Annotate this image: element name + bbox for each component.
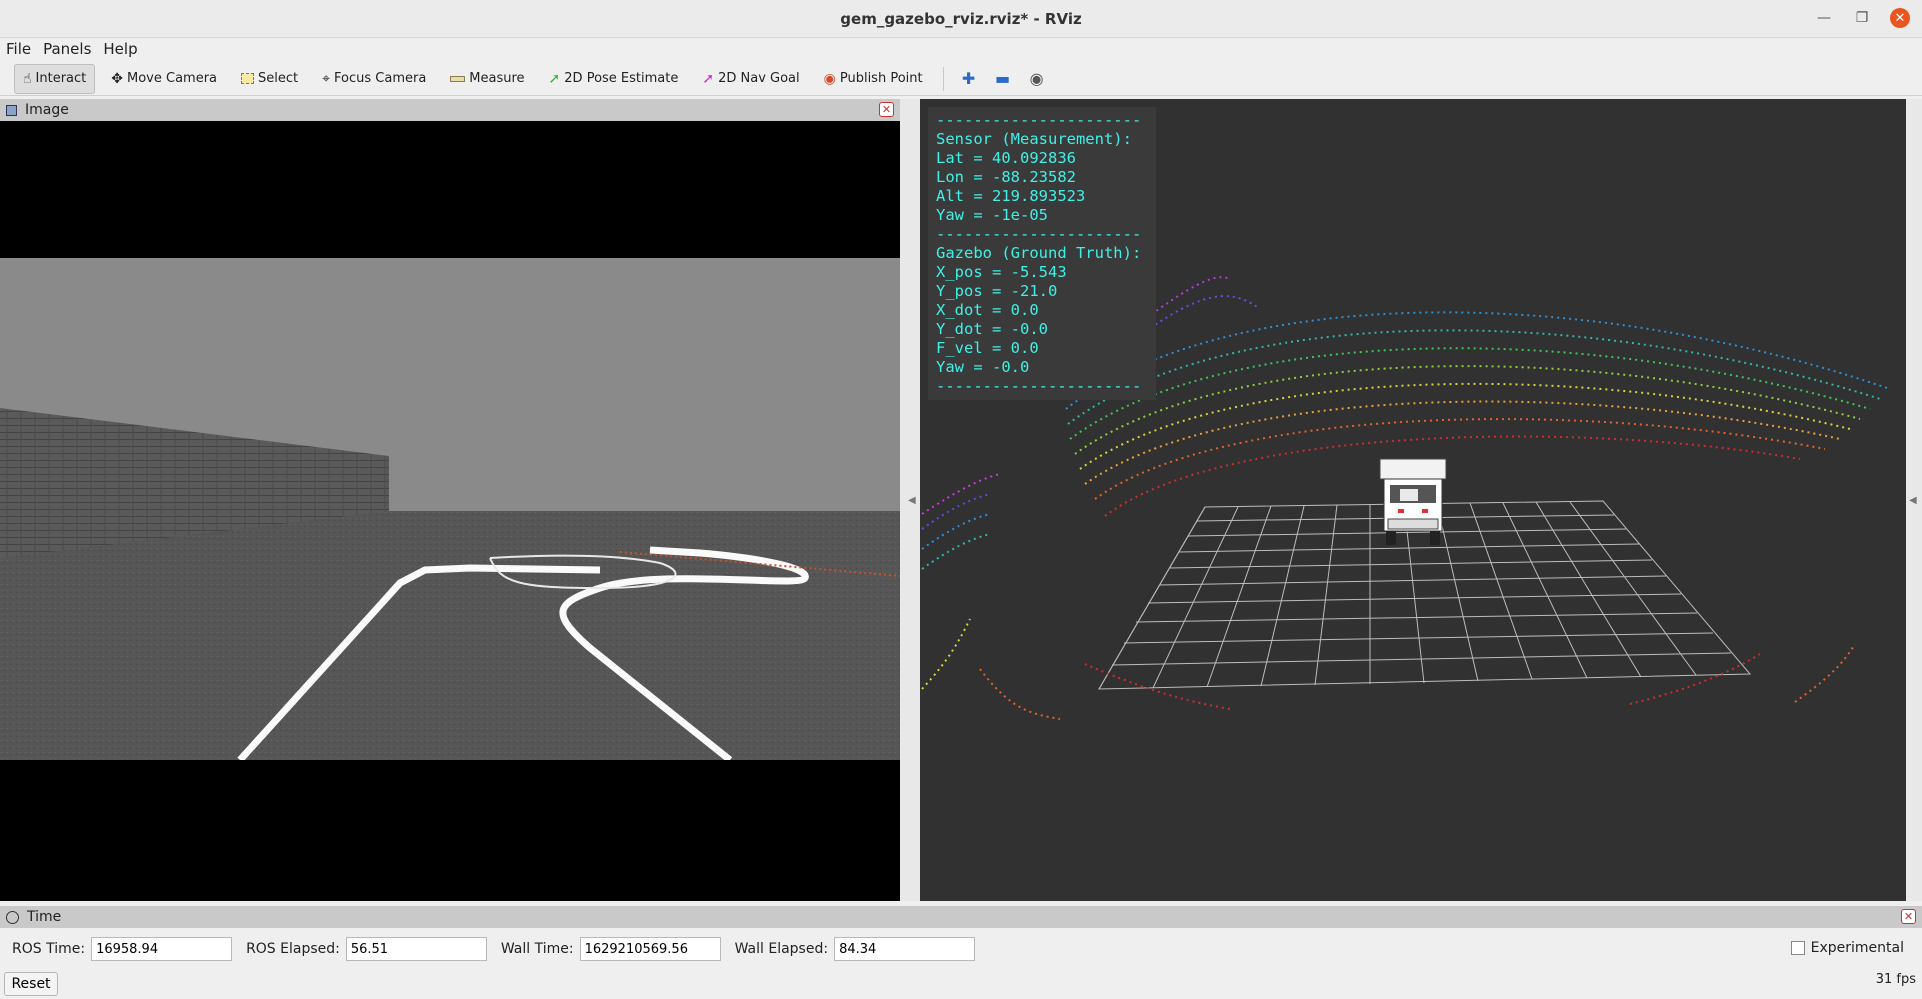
- reset-button[interactable]: Reset: [4, 972, 58, 996]
- eye-icon[interactable]: ◉: [1024, 66, 1050, 92]
- time-panel-title: Time: [27, 909, 62, 925]
- wall-elapsed-field[interactable]: [834, 937, 976, 961]
- ros-elapsed-field[interactable]: [345, 937, 487, 961]
- select-box-icon: [241, 73, 255, 84]
- image-panel-close-icon[interactable]: ✕: [879, 102, 894, 117]
- close-icon[interactable]: ✕: [1890, 8, 1910, 28]
- right-dock-bar[interactable]: ◀: [1906, 99, 1922, 901]
- overlay-line: Y_dot = -0.0: [936, 320, 1048, 338]
- panel-splitter[interactable]: ◀: [900, 99, 920, 901]
- menu-panels[interactable]: Panels: [43, 40, 91, 58]
- overlay-line: Lat = 40.092836: [936, 149, 1076, 167]
- minimize-icon[interactable]: —: [1814, 8, 1834, 28]
- ruler-icon: [450, 75, 466, 82]
- nav-goal-tool[interactable]: ➚ 2D Nav Goal: [694, 64, 807, 94]
- interact-tool[interactable]: ☝ Interact: [14, 63, 96, 94]
- time-fields-row: ROS Time: ROS Elapsed: Wall Time: Wall E…: [0, 934, 1922, 964]
- experimental-checkbox[interactable]: [1790, 941, 1805, 955]
- overlay-line: Lon = -88.23582: [936, 168, 1076, 186]
- 3d-render-view[interactable]: ---------------------- Sensor (Measureme…: [920, 99, 1906, 901]
- overlay-line: ----------------------: [936, 225, 1142, 243]
- fps-counter: 31 fps: [1875, 972, 1916, 987]
- magenta-arrow-icon: ➚: [702, 70, 715, 87]
- restore-icon[interactable]: ❐: [1852, 8, 1872, 28]
- menu-help[interactable]: Help: [103, 40, 137, 58]
- overlay-line: Yaw = -0.0: [936, 358, 1030, 376]
- experimental-checkbox-group[interactable]: Experimental: [1790, 940, 1904, 956]
- pose-estimate-tool[interactable]: ➚ 2D Pose Estimate: [541, 64, 687, 94]
- focus-camera-tool[interactable]: ⌖ Focus Camera: [314, 64, 434, 94]
- gps-overlay: ---------------------- Sensor (Measureme…: [928, 107, 1156, 400]
- select-tool[interactable]: Select: [233, 64, 306, 94]
- window-title: gem_gazebo_rviz.rviz* - RViz: [840, 9, 1082, 28]
- window-titlebar: gem_gazebo_rviz.rviz* - RViz — ❐ ✕: [0, 0, 1922, 38]
- toolbar-separator: [942, 66, 944, 91]
- image-panel-title: Image: [25, 102, 69, 118]
- overlay-line: F_vel = 0.0: [936, 339, 1039, 357]
- wall-time-label: Wall Time:: [500, 941, 574, 957]
- ground: [0, 511, 900, 760]
- remove-tool-icon[interactable]: ▬: [990, 66, 1016, 92]
- overlay-line: X_pos = -5.543: [936, 263, 1067, 281]
- move-camera-label: Move Camera: [127, 71, 218, 86]
- ros-time-label: ROS Time:: [12, 941, 86, 957]
- time-panel-close-icon[interactable]: ✕: [1901, 909, 1916, 924]
- move-camera-tool[interactable]: ✥ Move Camera: [103, 64, 225, 94]
- measure-label: Measure: [469, 71, 525, 86]
- tool-bar: ☝ Interact ✥ Move Camera Select ⌖ Focus …: [0, 62, 1922, 96]
- dock-arrow-icon: ◀: [1909, 495, 1917, 506]
- map-pin-icon: ◉: [823, 70, 836, 87]
- overlay-line: X_dot = 0.0: [936, 301, 1039, 319]
- select-label: Select: [258, 71, 299, 86]
- overlay-line: Sensor (Measurement):: [936, 130, 1132, 148]
- camera-scene: [0, 258, 900, 760]
- crosshair-icon: ⌖: [322, 70, 331, 87]
- ros-elapsed-label: ROS Elapsed:: [246, 941, 340, 957]
- splitter-arrow-icon: ◀: [908, 495, 916, 506]
- time-panel-header: Time ✕: [0, 906, 1922, 928]
- measure-tool[interactable]: Measure: [442, 64, 532, 94]
- image-panel-header: Image ✕: [0, 99, 900, 121]
- menu-file[interactable]: File: [6, 40, 31, 58]
- experimental-label: Experimental: [1810, 940, 1904, 956]
- nav-goal-label: 2D Nav Goal: [718, 71, 800, 86]
- menu-bar: File Panels Help: [0, 38, 1922, 60]
- wall-time-field[interactable]: [579, 937, 721, 961]
- green-arrow-icon: ➚: [548, 70, 561, 87]
- panel-icon: [6, 104, 17, 116]
- camera-image-view[interactable]: [0, 121, 900, 901]
- focus-camera-label: Focus Camera: [334, 71, 427, 86]
- wall-elapsed-label: Wall Elapsed:: [734, 941, 829, 957]
- move-icon: ✥: [111, 70, 123, 87]
- publish-point-label: Publish Point: [839, 71, 923, 86]
- overlay-line: Gazebo (Ground Truth):: [936, 244, 1142, 262]
- pose-estimate-label: 2D Pose Estimate: [564, 71, 679, 86]
- hand-icon: ☝: [23, 70, 32, 87]
- ros-time-field[interactable]: [91, 937, 233, 961]
- publish-point-tool[interactable]: ◉ Publish Point: [816, 64, 931, 94]
- overlay-line: Alt = 219.893523: [936, 187, 1086, 205]
- add-tool-icon[interactable]: ✚: [956, 66, 982, 92]
- overlay-line: Y_pos = -21.0: [936, 282, 1058, 300]
- overlay-line: ----------------------: [936, 377, 1142, 395]
- overlay-line: ----------------------: [936, 111, 1142, 129]
- interact-label: Interact: [35, 71, 87, 86]
- clock-icon: [6, 910, 19, 924]
- overlay-line: Yaw = -1e-05: [936, 206, 1048, 224]
